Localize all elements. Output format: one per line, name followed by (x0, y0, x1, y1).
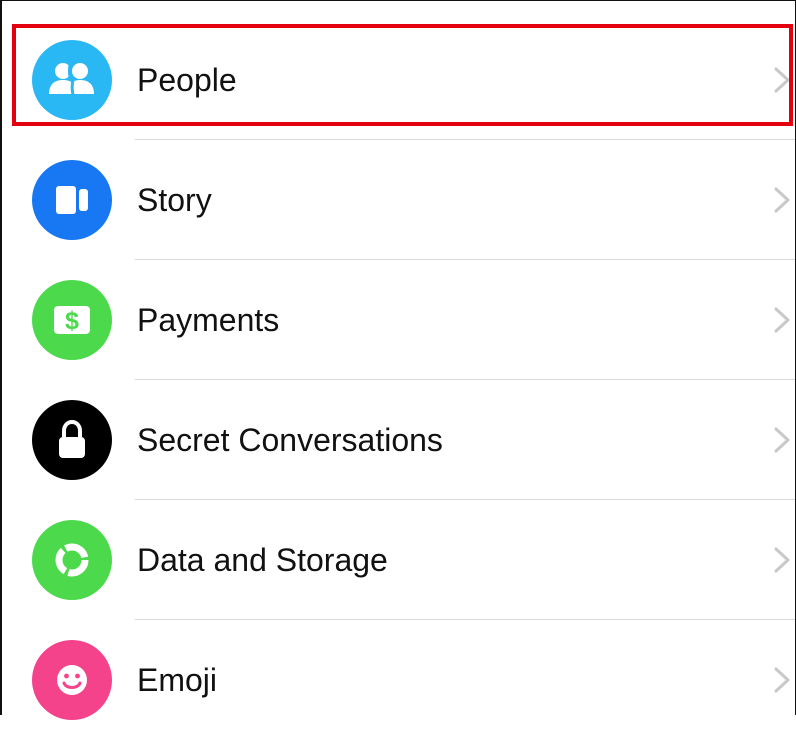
smiley-icon (32, 640, 112, 720)
settings-item-data-and-storage[interactable]: Data and Storage (2, 500, 795, 620)
dollar-icon: $ (32, 280, 112, 360)
data-storage-icon (32, 520, 112, 600)
settings-item-secret-conversations[interactable]: Secret Conversations (2, 380, 795, 500)
people-icon (32, 40, 112, 120)
settings-item-story[interactable]: Story (2, 140, 795, 260)
settings-item-emoji[interactable]: Emoji (2, 620, 795, 740)
chevron-right-icon (774, 307, 790, 333)
chevron-right-icon (774, 187, 790, 213)
settings-item-people[interactable]: People (2, 20, 795, 140)
settings-list: People Story $ Payments Secret Conversat… (2, 20, 795, 740)
settings-item-label: People (137, 62, 237, 98)
settings-item-label: Payments (137, 302, 280, 338)
settings-item-payments[interactable]: $ Payments (2, 260, 795, 380)
story-icon (32, 160, 112, 240)
chevron-right-icon (774, 67, 790, 93)
settings-item-label: Data and Storage (137, 542, 388, 578)
settings-item-label: Secret Conversations (137, 422, 443, 458)
chevron-right-icon (774, 427, 790, 453)
lock-icon (32, 400, 112, 480)
chevron-right-icon (774, 667, 790, 693)
settings-item-label: Emoji (137, 662, 218, 698)
svg-text:$: $ (65, 307, 79, 335)
chevron-right-icon (774, 547, 790, 573)
settings-item-label: Story (137, 182, 212, 218)
